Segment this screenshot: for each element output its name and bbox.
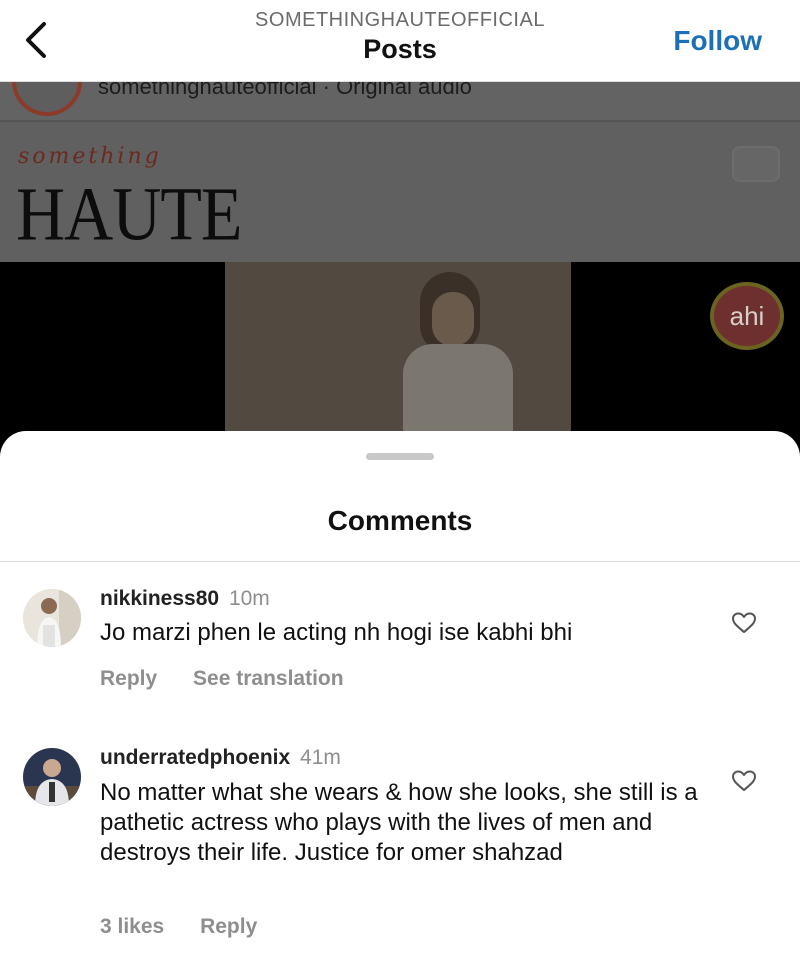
comment-username-line: underratedphoenix 41m xyxy=(100,746,341,770)
heart-icon[interactable] xyxy=(731,769,757,793)
comments-sheet: Comments nikkiness80 10m Jo marzi phen l… xyxy=(0,431,800,980)
comment-actions: 3 likes Reply xyxy=(100,915,257,939)
comment-text: Jo marzi phen le acting nh hogi ise kabh… xyxy=(100,619,573,646)
comment-username[interactable]: nikkiness80 xyxy=(100,587,219,610)
brand-script-text: something xyxy=(18,144,162,169)
comment-timestamp: 10m xyxy=(228,587,270,610)
post-brand-banner: something HAUTE xyxy=(0,122,800,262)
post-author-avatar[interactable] xyxy=(12,82,82,116)
comment-username[interactable]: underratedphoenix xyxy=(100,746,290,769)
comments-title: Comments xyxy=(327,505,473,536)
brand-logo-text: HAUTE xyxy=(16,171,242,257)
post-meta-text[interactable]: somethinghauteofficial · Original audio xyxy=(98,82,472,100)
top-nav-bar: SOMETHINGHAUTEOFFICIAL Posts Follow xyxy=(0,0,800,82)
heart-icon[interactable] xyxy=(731,611,757,635)
comment-username-line: nikkiness80 10m xyxy=(100,587,270,611)
follow-button[interactable]: Follow xyxy=(673,25,762,57)
avatar[interactable] xyxy=(23,748,81,806)
channel-logo-badge: ahi xyxy=(710,282,784,350)
brand-corner-icon xyxy=(732,146,780,182)
comment-text: No matter what she wears & how she looks… xyxy=(100,779,698,866)
see-translation-button[interactable]: See translation xyxy=(193,667,344,690)
person-face-shape xyxy=(432,292,474,346)
sheet-divider xyxy=(0,561,800,562)
likes-count[interactable]: 3 likes xyxy=(100,915,164,938)
user-avatar-icon xyxy=(23,748,81,806)
avatar[interactable] xyxy=(23,589,81,647)
reply-button[interactable]: Reply xyxy=(200,915,257,938)
comment-timestamp: 41m xyxy=(300,746,341,769)
user-avatar-icon xyxy=(23,589,81,647)
comment-actions: Reply See translation xyxy=(100,667,344,691)
reply-button[interactable]: Reply xyxy=(100,667,157,690)
post-header: somethinghauteofficial · Original audio xyxy=(0,82,800,120)
sheet-drag-handle[interactable] xyxy=(366,453,434,460)
